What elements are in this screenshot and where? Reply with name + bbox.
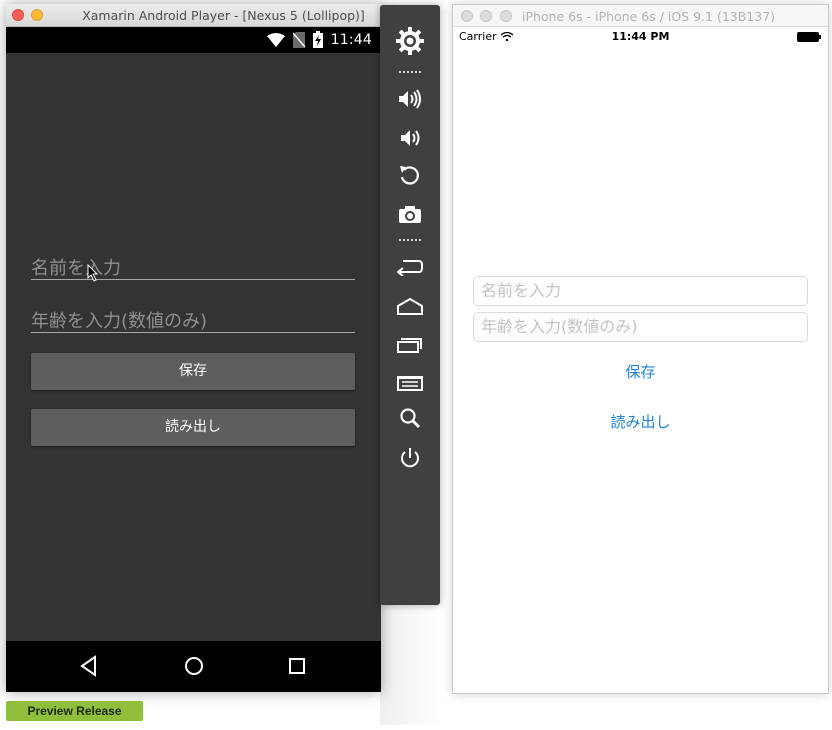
ios-load-button[interactable]: 読み出し: [453, 411, 828, 432]
android-status-bar: 11:44: [6, 27, 381, 53]
android-player-window: Xamarin Android Player - [Nexus 5 (Lolli…: [6, 4, 381, 692]
volume-up-button[interactable]: [380, 86, 440, 112]
toolbar-separator: [399, 71, 421, 73]
volume-up-icon: [399, 89, 421, 109]
android-app-content: 名前を入力 年齢を入力(数値のみ) 保存 読み出し: [6, 53, 381, 641]
rotate-icon: [400, 166, 419, 185]
ios-status-bar: Carrier 11:44 PM: [453, 27, 828, 47]
rotate-button[interactable]: [380, 162, 440, 188]
android-save-button[interactable]: 保存: [31, 353, 355, 390]
toolbar-separator: [399, 239, 421, 241]
menu-button[interactable]: [380, 369, 440, 395]
battery-icon: [797, 32, 821, 42]
android-age-input[interactable]: 年齢を入力(数値のみ): [31, 307, 355, 333]
android-status-time: 11:44: [330, 31, 372, 48]
android-load-button[interactable]: 読み出し: [31, 409, 355, 446]
no-sim-icon: [292, 31, 305, 48]
android-player-toolbar: [380, 5, 440, 605]
back-arrow-icon: [397, 260, 423, 276]
android-name-input[interactable]: 名前を入力: [31, 254, 355, 280]
menu-icon: [397, 376, 423, 391]
screenshot-button[interactable]: [380, 201, 440, 227]
back-button[interactable]: [380, 254, 440, 280]
android-status-icons: 11:44: [266, 31, 372, 48]
camera-icon: [399, 206, 421, 223]
settings-button[interactable]: [380, 25, 440, 57]
home-button[interactable]: [380, 293, 440, 319]
nav-recent-apps-icon[interactable]: [287, 655, 307, 677]
volume-down-button[interactable]: [380, 125, 440, 151]
battery-charging-icon: [312, 31, 323, 48]
home-icon: [397, 297, 423, 315]
search-icon: [400, 408, 421, 429]
ios-window-title: iPhone 6s - iPhone 6s / iOS 9.1 (13B137): [522, 9, 776, 24]
android-navigation-bar: [6, 641, 381, 692]
search-button[interactable]: [380, 405, 440, 431]
ios-status-time: 11:44 PM: [611, 30, 670, 43]
android-window-title: Xamarin Android Player - [Nexus 5 (Lolli…: [82, 8, 365, 23]
ios-zoom-window-button[interactable]: [500, 10, 512, 22]
gear-icon: [396, 27, 424, 55]
ios-save-button[interactable]: 保存: [453, 361, 828, 382]
ios-minimize-window-button[interactable]: [480, 10, 492, 22]
volume-down-icon: [401, 130, 420, 146]
recent-apps-icon: [397, 338, 422, 353]
window-shadow: [380, 605, 440, 725]
preview-release-badge: Preview Release: [6, 701, 143, 721]
power-button[interactable]: [380, 445, 440, 471]
ios-close-window-button[interactable]: [461, 10, 473, 22]
ios-name-input[interactable]: 名前を入力: [473, 276, 808, 306]
ios-simulator-window: iPhone 6s - iPhone 6s / iOS 9.1 (13B137)…: [452, 4, 829, 694]
nav-back-icon[interactable]: [79, 655, 99, 677]
ios-age-input[interactable]: 年齢を入力(数値のみ): [473, 312, 808, 342]
ios-titlebar: iPhone 6s - iPhone 6s / iOS 9.1 (13B137): [453, 5, 828, 27]
power-icon: [401, 448, 419, 468]
nav-home-icon[interactable]: [183, 655, 205, 677]
recent-apps-button[interactable]: [380, 331, 440, 357]
wifi-icon: [266, 32, 285, 47]
mouse-pointer-icon: [87, 264, 99, 282]
android-titlebar: Xamarin Android Player - [Nexus 5 (Lolli…: [6, 4, 381, 27]
